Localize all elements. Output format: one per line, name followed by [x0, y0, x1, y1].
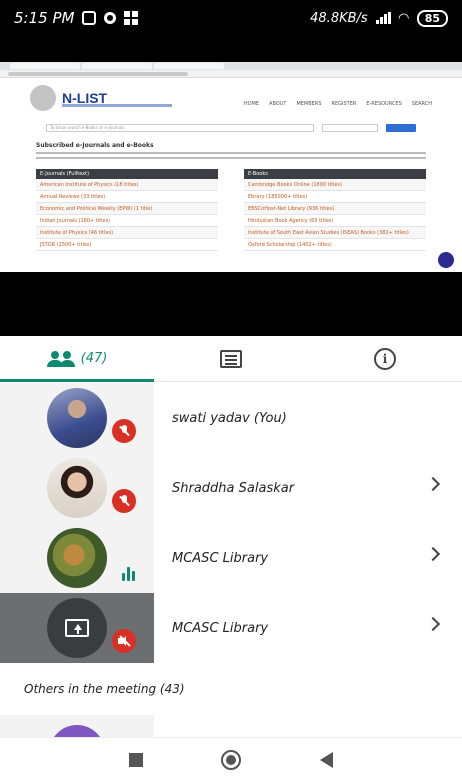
shared-screen[interactable]: N-LIST HOME ABOUT MEMBERS REGISTER E-RES… — [0, 62, 462, 272]
signal-icon — [375, 12, 391, 24]
tab-info[interactable]: i — [308, 336, 462, 381]
ebook-row: Ebrary (185000+ titles) — [244, 191, 426, 203]
site-search-select — [322, 124, 378, 132]
avatar — [47, 388, 107, 448]
participant-name: swati yadav (You) — [172, 410, 287, 426]
participant-tile — [0, 715, 154, 737]
ejournal-row: Annual Reviews (33 titles) — [36, 191, 218, 203]
screen-share-icon — [65, 619, 89, 637]
floating-action-icon[interactable] — [438, 252, 454, 268]
participant-tile — [0, 523, 154, 593]
site-header: N-LIST HOME ABOUT MEMBERS REGISTER E-RES… — [0, 78, 462, 118]
participant-name: Shraddha Salaskar — [172, 480, 295, 496]
system-nav-bar — [0, 737, 462, 781]
video-letterbox-bottom — [0, 272, 462, 336]
site-nav-about: ABOUT — [269, 101, 287, 107]
site-search-field: To know search e-Books or e-Journals — [46, 124, 314, 132]
gallery-icon — [124, 11, 139, 25]
site-nav-home: HOME — [243, 101, 260, 107]
ebook-row: Cambridge Books Online (1800 titles) — [244, 179, 426, 191]
ebook-row: Oxford Scholarship (1402+ titles) — [244, 239, 426, 251]
avatar — [49, 725, 105, 737]
mic-off-icon — [112, 419, 136, 443]
participant-row[interactable]: MCASC Library — [0, 593, 462, 663]
back-icon[interactable] — [319, 751, 333, 768]
volume-off-icon — [112, 629, 136, 653]
browser-tab-strip — [0, 62, 462, 70]
participant-name: MCASC Library — [172, 620, 269, 636]
participant-tile — [0, 453, 154, 523]
avatar — [47, 458, 107, 518]
participant-tile — [0, 383, 154, 453]
nlist-logo-icon — [30, 85, 56, 111]
avatar — [47, 528, 107, 588]
site-section-heading: Subscribed e-Journals and e-Books — [36, 142, 154, 149]
video-letterbox-top — [0, 36, 462, 62]
participant-name: MCASC Library — [172, 550, 269, 566]
site-nav-register: REGISTER — [331, 101, 357, 107]
ebooks-header: E-Books — [244, 169, 426, 179]
tab-people[interactable]: (47) — [0, 336, 154, 382]
info-icon: i — [374, 347, 396, 370]
participant-row[interactable] — [0, 715, 462, 737]
location-icon — [104, 12, 117, 24]
ejournal-row: Institute of Physics (46 titles) — [36, 227, 218, 239]
status-bar: 5:15 PM 48.8KB/s ◠ 85 — [0, 0, 462, 36]
presenting-avatar — [47, 598, 107, 658]
ebooks-table: E-Books Cambridge Books Online (1800 tit… — [244, 169, 426, 251]
people-count: (47) — [80, 351, 108, 366]
notification-app-icon — [82, 11, 97, 25]
site-section-description — [36, 152, 426, 162]
chat-icon — [220, 349, 242, 368]
people-icon — [46, 350, 75, 367]
ejournal-row: JSTOR (2500+ titles) — [36, 239, 218, 251]
site-nav-search: SEARCH — [411, 101, 432, 107]
others-in-meeting-heading: Others in the meeting (43) — [24, 682, 185, 696]
participant-tile — [0, 593, 154, 663]
network-speed: 48.8KB/s — [310, 10, 368, 26]
site-search-button — [386, 124, 416, 132]
home-icon[interactable] — [221, 749, 242, 770]
ejournal-row: American Institute of Physics (18 titles… — [36, 179, 218, 191]
site-nav: HOME ABOUT MEMBERS REGISTER E-RESOURCES … — [244, 89, 432, 107]
battery-level: 85 — [416, 9, 448, 27]
site-search-row: To know search e-Books or e-Journals — [0, 118, 462, 138]
chevron-right-icon[interactable] — [425, 476, 441, 492]
resource-tables: E-Journals (Fulltext) American Institute… — [0, 165, 462, 251]
participant-row[interactable]: Shraddha Salaskar — [0, 453, 462, 523]
chevron-right-icon[interactable] — [425, 616, 441, 632]
ebook-row: Hindustan Book Agency (65 titles) — [244, 215, 426, 227]
ebook-row: EBSCoHost-Net Library (936 titles) — [244, 203, 426, 215]
site-nav-members: MEMBERS — [296, 101, 322, 107]
mic-off-icon — [112, 489, 136, 513]
speaking-indicator-icon — [122, 567, 135, 581]
ebook-row: Institute of South East Asian Studies (I… — [244, 227, 426, 239]
tab-chat[interactable] — [154, 336, 308, 381]
chevron-right-icon[interactable] — [425, 546, 441, 562]
wifi-icon: ◠ — [398, 10, 409, 26]
ejournal-row: Economic and Political Weekly (EPW) (1 t… — [36, 203, 218, 215]
status-time: 5:15 PM — [14, 9, 75, 27]
browser-url-bar — [0, 70, 462, 78]
participant-list: swati yadav (You) Shraddha Salaskar MCAS… — [0, 383, 462, 737]
ejournals-table: E-Journals (Fulltext) American Institute… — [36, 169, 218, 251]
ejournals-header: E-Journals (Fulltext) — [36, 169, 218, 179]
meeting-tabs: (47) i — [0, 336, 462, 382]
participant-row[interactable]: swati yadav (You) — [0, 383, 462, 453]
site-subtitle — [62, 104, 172, 107]
participant-row[interactable]: MCASC Library — [0, 523, 462, 593]
ejournal-row: Indian Journals (180+ titles) — [36, 215, 218, 227]
recents-icon[interactable] — [129, 752, 144, 767]
site-nav-eresources: E-RESOURCES — [366, 101, 402, 107]
